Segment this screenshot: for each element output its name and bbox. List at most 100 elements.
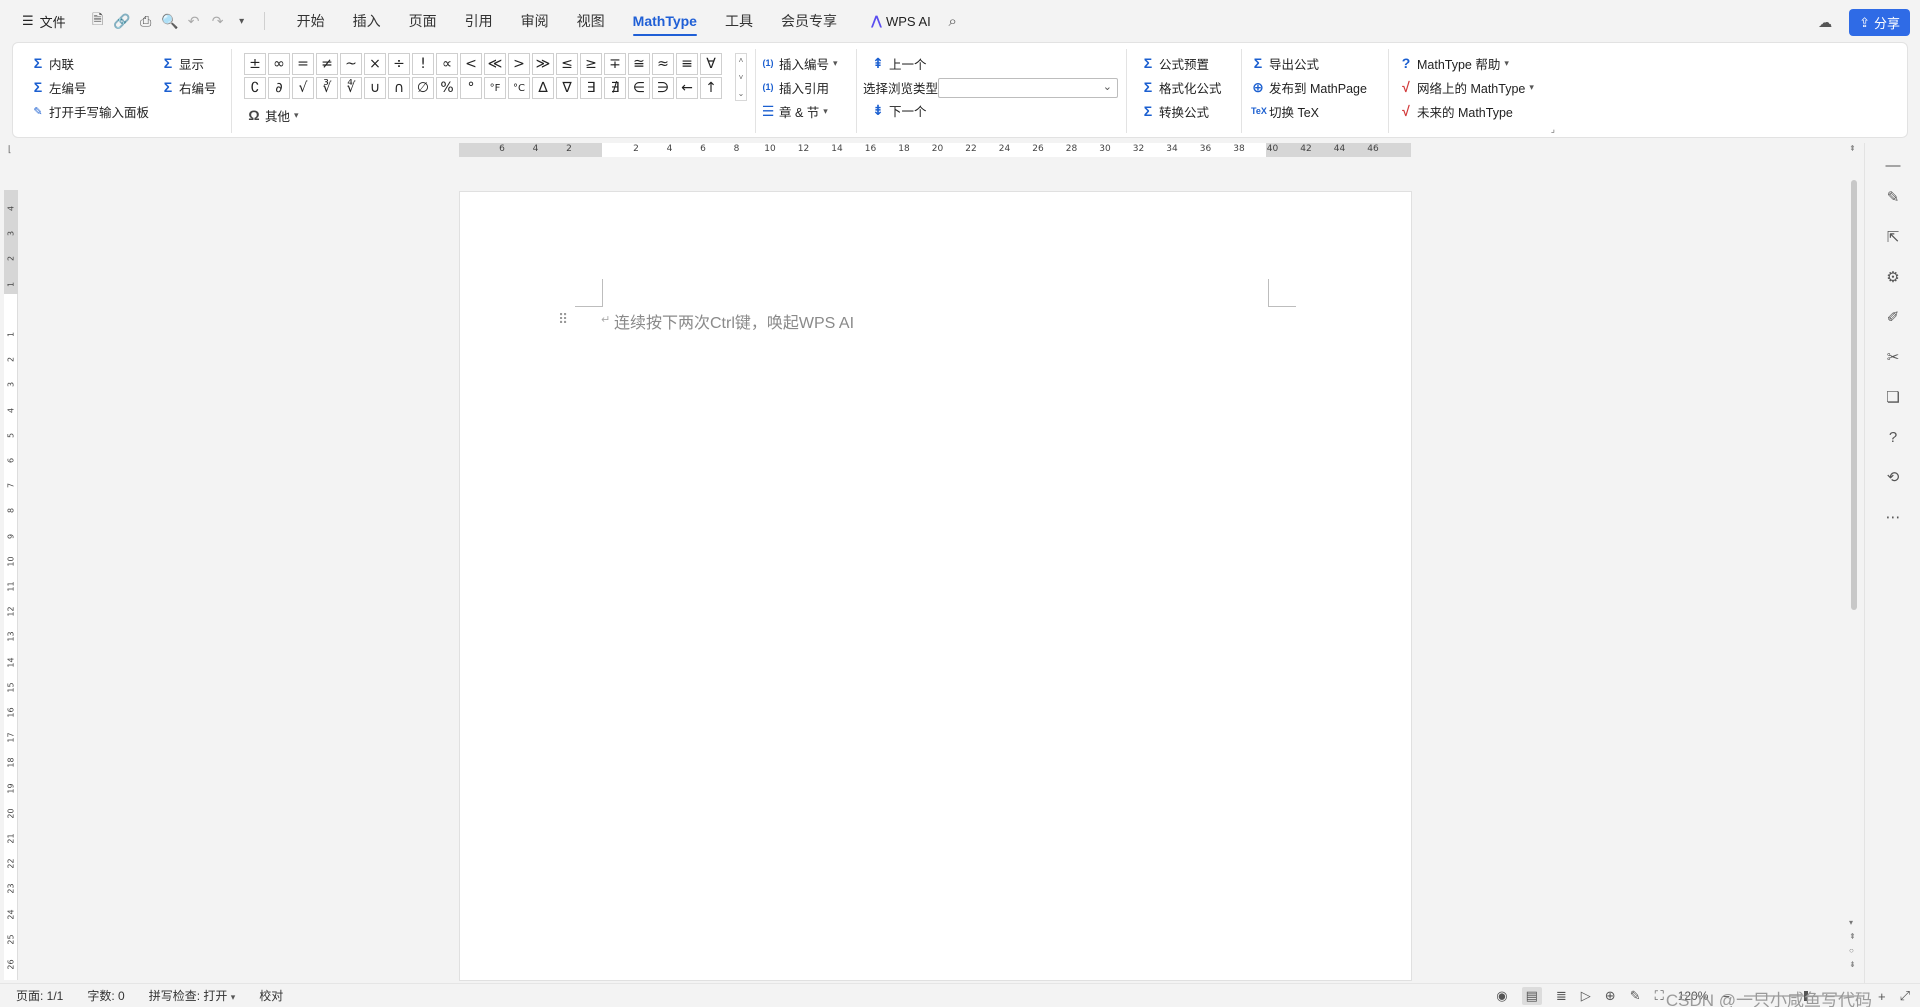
symbol-button[interactable]: ± <box>244 53 266 75</box>
pen-icon[interactable]: ✎ <box>1883 187 1903 207</box>
play-icon[interactable]: ▷ <box>1581 988 1591 1004</box>
outline-view-icon[interactable]: ≣ <box>1556 988 1567 1004</box>
adjust-icon[interactable]: ⚙ <box>1883 267 1903 287</box>
tools-icon[interactable]: ✂ <box>1883 347 1903 367</box>
eye-protection-icon[interactable]: ◉ <box>1496 988 1507 1004</box>
symbol-button[interactable]: ! <box>412 53 434 75</box>
tab-mathtype[interactable]: MathType <box>619 0 711 42</box>
sync-icon[interactable]: ⟲ <box>1883 467 1903 487</box>
right-numbered-button[interactable]: Σ 右编号 <box>161 77 217 97</box>
symbol-button[interactable]: ∇ <box>556 77 578 99</box>
symbol-button[interactable]: > <box>508 53 530 75</box>
symbol-button[interactable]: ∜ <box>340 77 362 99</box>
book-icon[interactable]: ❏ <box>1883 387 1903 407</box>
browse-type-select[interactable]: ⌄ <box>938 78 1118 98</box>
symbol-button[interactable]: ∋ <box>652 77 674 99</box>
handwriting-panel-button[interactable]: ✎ 打开手写输入面板 <box>31 101 149 121</box>
redo-icon[interactable]: ↷ <box>206 9 230 33</box>
symbol-button[interactable]: ≤ <box>556 53 578 75</box>
toggle-tex-button[interactable]: TeX 切换 TeX <box>1251 101 1319 121</box>
print-preview-icon[interactable]: 🔍 <box>158 9 182 33</box>
tab-home[interactable]: 开始 <box>283 0 339 42</box>
zoom-in-icon[interactable]: + <box>1878 989 1886 1004</box>
horizontal-ruler[interactable]: 6 4 2 2 4 6 8 10 12 14 16 18 20 22 24 26 28 30 32 34 36 38 40 4… <box>459 143 1411 157</box>
insert-number-button[interactable]: (1) 插入编号 ▾ <box>761 53 838 73</box>
vertical-ruler[interactable]: 4 3 2 1 1 2 3 4 5 6 7 8 9 10 11 12 13 14 15 16 17 18 19 20 21 22 2… <box>4 190 18 995</box>
symbol-button[interactable]: ∩ <box>388 77 410 99</box>
symbol-button[interactable]: ∞ <box>268 53 290 75</box>
previous-button[interactable]: ⇞ 上一个 <box>871 53 926 73</box>
tab-page[interactable]: 页面 <box>395 0 451 42</box>
symbol-button[interactable]: ≠ <box>316 53 338 75</box>
fullscreen-icon[interactable]: ⤢ <box>1900 988 1910 1004</box>
symbol-button[interactable]: °F <box>484 77 506 99</box>
convert-equations-button[interactable]: Σ 转换公式 <box>1141 101 1209 121</box>
symbol-button[interactable]: ← <box>676 77 698 99</box>
undo-icon[interactable]: ↶ <box>182 9 206 33</box>
symbol-button[interactable]: × <box>364 53 386 75</box>
browse-object-icon[interactable]: ○ <box>1849 946 1854 955</box>
web-view-icon[interactable]: ⊕ <box>1605 988 1616 1004</box>
collapse-icon[interactable]: — <box>1883 155 1903 175</box>
cloud-icon[interactable]: ☁ <box>1813 11 1837 35</box>
document-page[interactable] <box>459 191 1412 981</box>
tab-tools[interactable]: 工具 <box>711 0 767 42</box>
more-icon[interactable]: ⋯ <box>1883 507 1903 527</box>
future-mathtype-button[interactable]: √ 未来的 MathType <box>1399 101 1513 121</box>
symbol-button[interactable]: ∂ <box>268 77 290 99</box>
publish-mathpage-button[interactable]: ⊕ 发布到 MathPage <box>1251 77 1367 97</box>
symbol-button[interactable]: < <box>460 53 482 75</box>
search-icon[interactable]: ⌕ <box>941 9 965 33</box>
tab-insert[interactable]: 插入 <box>339 0 395 42</box>
symbol-button[interactable]: ≪ <box>484 53 506 75</box>
fit-page-icon[interactable]: ⛶ <box>1655 988 1664 1004</box>
symbol-button[interactable]: ∄ <box>604 77 626 99</box>
left-numbered-button[interactable]: Σ 左编号 <box>31 77 87 97</box>
print-icon[interactable]: ⎙ <box>134 9 158 33</box>
chapter-section-button[interactable]: ☰ 章 & 节 ▾ <box>761 101 828 121</box>
write-mode-icon[interactable]: ✎ <box>1630 988 1641 1004</box>
symbol-button[interactable]: √ <box>292 77 314 99</box>
scroll-top-icon[interactable]: ⇞ <box>1849 144 1856 153</box>
tab-references[interactable]: 引用 <box>451 0 507 42</box>
symbol-button[interactable]: ∪ <box>364 77 386 99</box>
symbol-button[interactable]: °C <box>508 77 530 99</box>
help-icon[interactable]: ? <box>1883 427 1903 447</box>
symbol-button[interactable]: ≡ <box>676 53 698 75</box>
symbol-palette-scroll[interactable]: ˄ ˅ ⌄ <box>735 53 747 101</box>
tab-review[interactable]: 审阅 <box>507 0 563 42</box>
proofread-button[interactable]: 校对 <box>259 987 283 1004</box>
mathtype-online-button[interactable]: √ 网络上的 MathType ▾ <box>1399 77 1534 97</box>
word-count[interactable]: 字数: 0 <box>87 987 124 1004</box>
other-symbols-button[interactable]: Ω 其他 ▾ <box>247 105 298 125</box>
page-count[interactable]: 页面: 1/1 <box>16 987 63 1004</box>
mathtype-help-button[interactable]: ? MathType 帮助 ▾ <box>1399 53 1509 73</box>
symbol-button[interactable]: ≅ <box>628 53 650 75</box>
insert-reference-button[interactable]: (1) 插入引用 <box>761 77 830 97</box>
customize-quick-access-icon[interactable]: ▾ <box>230 9 254 33</box>
vertical-scrollbar[interactable]: ⇞ ▾ ⇞ ○ ⇟ <box>1846 144 1860 980</box>
tab-member[interactable]: 会员专享 <box>767 0 851 42</box>
link-icon[interactable]: 🔗 <box>110 9 134 33</box>
symbol-button[interactable]: ° <box>460 77 482 99</box>
drag-handle-icon[interactable]: ⠿ <box>558 311 568 328</box>
chevron-down-icon[interactable]: ˅ <box>739 73 744 82</box>
spell-check-toggle[interactable]: 拼写检查: 打开 ▾ <box>149 987 236 1004</box>
inline-equation-button[interactable]: Σ 内联 <box>31 53 74 73</box>
symbol-button[interactable]: ∃ <box>580 77 602 99</box>
file-menu[interactable]: ☰ 文件 <box>16 8 72 35</box>
symbol-button[interactable]: ∛ <box>316 77 338 99</box>
format-equations-button[interactable]: Σ 格式化公式 <box>1141 77 1222 97</box>
scrollbar-thumb[interactable] <box>1851 180 1857 610</box>
page-view-icon[interactable]: ▤ <box>1521 987 1542 1005</box>
symbol-button[interactable]: ÷ <box>388 53 410 75</box>
prev-page-icon[interactable]: ⇞ <box>1849 932 1856 941</box>
next-button[interactable]: ⇟ 下一个 <box>871 100 926 120</box>
symbol-button[interactable]: ∅ <box>412 77 434 99</box>
symbol-button[interactable]: ≫ <box>532 53 554 75</box>
wps-ai-hint[interactable]: 连续按下两次Ctrl键，唤起WPS AI <box>614 309 854 333</box>
tab-stop-selector[interactable]: ⌊ <box>8 144 12 155</box>
tab-view[interactable]: 视图 <box>563 0 619 42</box>
symbol-button[interactable]: ~ <box>340 53 362 75</box>
dialog-launcher-icon[interactable]: ⌟ <box>1551 124 1555 135</box>
